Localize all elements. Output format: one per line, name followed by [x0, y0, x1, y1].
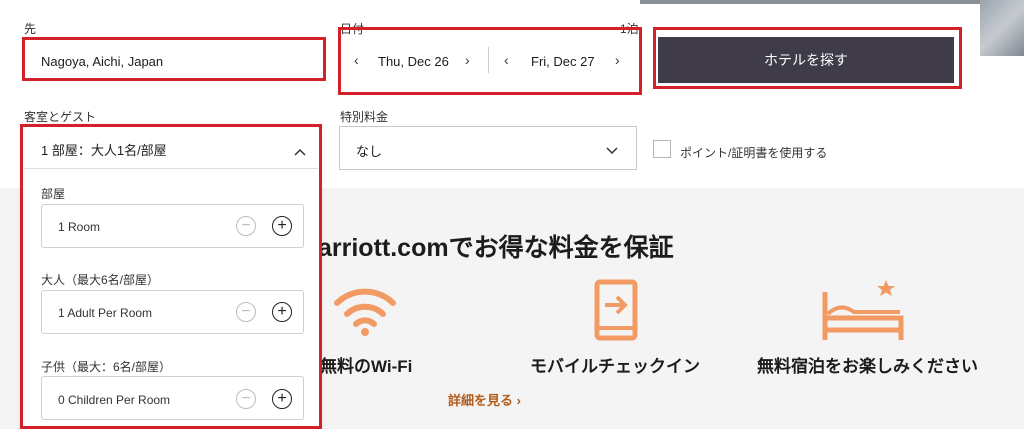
rooms-guests-label: 客室とゲスト — [24, 110, 97, 124]
special-rates-label: 特別料金 — [340, 110, 389, 124]
feature-free-night-label: 無料宿泊をお楽しみください — [757, 357, 978, 376]
dates-highlight — [338, 27, 642, 95]
wifi-icon — [333, 283, 397, 342]
special-rates-value: なし — [356, 144, 383, 159]
bed-star-icon — [820, 278, 906, 347]
feature-mobile-label: モバイルチェックイン — [530, 357, 700, 376]
special-rates-select[interactable] — [339, 126, 637, 170]
points-label: ポイント/証明書を使用する — [680, 146, 828, 160]
destination-highlight — [22, 37, 326, 81]
rooms-guests-highlight — [20, 124, 322, 429]
destination-label: 先 — [24, 22, 37, 36]
points-checkbox[interactable] — [653, 140, 671, 158]
photo-corner — [980, 0, 1024, 56]
mobile-checkin-icon — [594, 279, 638, 346]
details-link[interactable]: 詳細を見る › — [448, 390, 521, 409]
chevron-down-icon — [606, 142, 618, 160]
promo-heading: arriott.comでお得な料金を保証 — [318, 234, 674, 262]
find-button-highlight — [653, 27, 962, 89]
photo-strip-top — [640, 0, 980, 4]
feature-wifi-label: 無料のWi-Fi — [320, 357, 413, 376]
